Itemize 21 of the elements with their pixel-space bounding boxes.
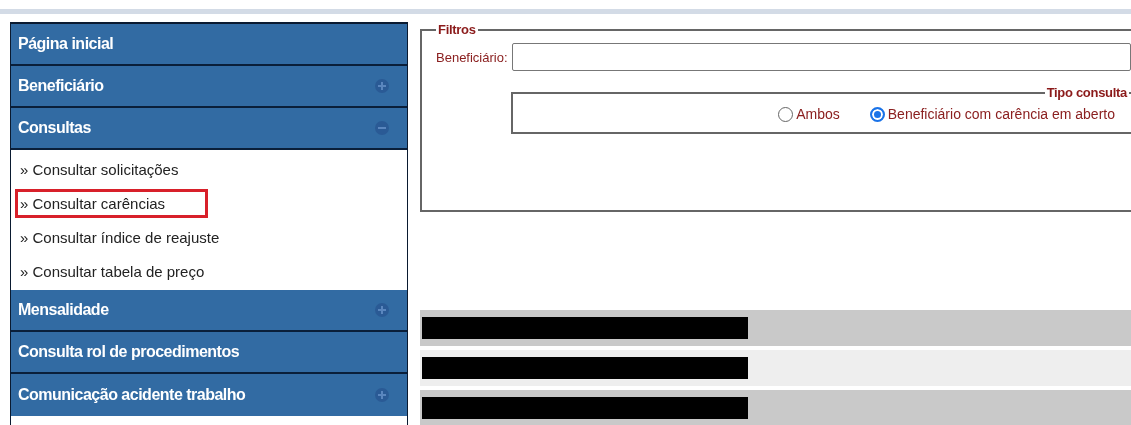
beneficiary-label: Beneficiário: [436, 49, 508, 65]
result-row[interactable] [420, 390, 1131, 425]
submenu-link[interactable]: » Consultar índice de reajuste [15, 222, 225, 252]
submenu-link[interactable]: » Consultar solicitações [15, 154, 184, 184]
radio-button[interactable] [869, 106, 885, 122]
submenu-link[interactable]: » Consultar carências [15, 188, 209, 218]
query-type-legend: Tipo consulta [1044, 85, 1129, 100]
menu-header[interactable]: Comunicação acidente trabalho [11, 374, 407, 416]
result-row[interactable] [420, 310, 1131, 346]
menu-header[interactable]: Beneficiário [11, 66, 407, 108]
radio-label: Ambos [796, 106, 840, 122]
result-row[interactable] [420, 350, 1131, 386]
menu-header[interactable]: Mensalidade [11, 290, 407, 332]
radio-button[interactable] [778, 106, 794, 122]
beneficiary-field[interactable] [511, 43, 1131, 71]
radio-label: Beneficiário com carência em aberto [887, 106, 1115, 122]
submenu-link[interactable]: » Consultar tabela de preço [15, 256, 210, 286]
menu-header[interactable]: Página inicial [11, 24, 407, 66]
filters-legend: Filtros [436, 22, 478, 37]
menu-header[interactable]: Consulta rol de procedimentos [11, 332, 407, 374]
menu-header[interactable]: Consultas [11, 108, 407, 150]
